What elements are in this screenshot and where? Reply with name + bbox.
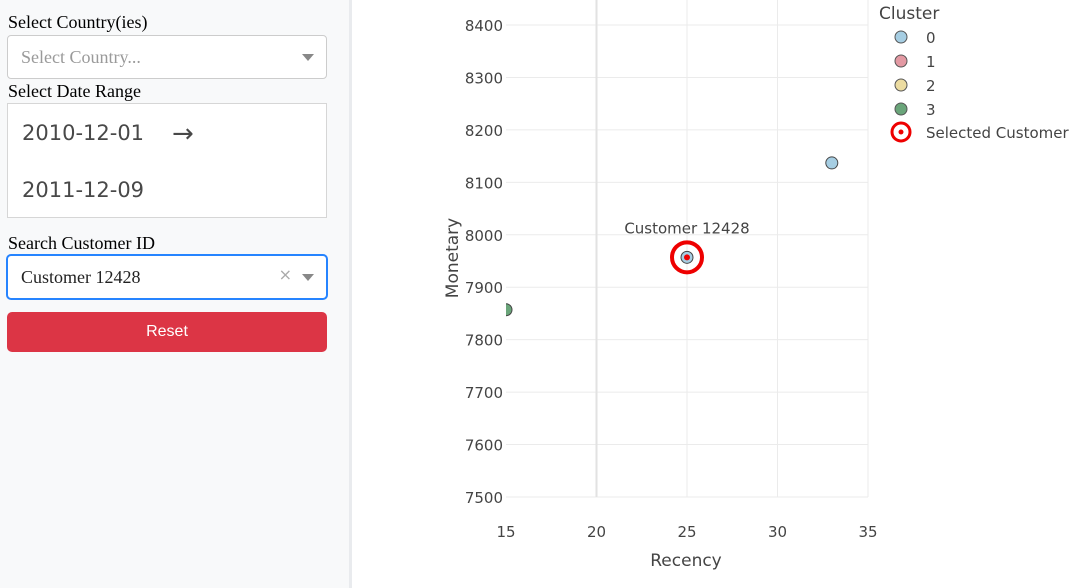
selected-customer-dot <box>684 254 690 261</box>
y-tick-label: 7600 <box>465 437 503 455</box>
y-tick-label: 7900 <box>465 279 503 297</box>
data-point-cluster-3[interactable] <box>500 303 513 317</box>
country-label: Select Country(ies) <box>8 12 148 32</box>
data-point-cluster-0[interactable] <box>825 156 839 170</box>
date-range-label: Select Date Range <box>8 81 141 101</box>
legend-marker-cluster-1[interactable] <box>894 54 908 68</box>
legend-marker-cluster-0[interactable] <box>894 30 908 44</box>
y-tick-label: 7800 <box>465 332 503 350</box>
x-tick-label: 20 <box>587 523 606 541</box>
date-end-input[interactable]: 2011-12-09 <box>22 178 144 202</box>
customer-search-value: Customer 12428 <box>21 267 141 287</box>
close-icon[interactable]: × <box>279 265 292 285</box>
date-start-input[interactable]: 2010-12-01 <box>22 121 144 145</box>
y-tick-label: 8200 <box>465 122 503 140</box>
customer-search-label: Search Customer ID <box>8 233 155 253</box>
selected-customer-ring[interactable] <box>670 240 704 275</box>
legend-marker-selected-dot <box>898 129 904 135</box>
y-tick-label: 8400 <box>465 17 503 35</box>
chevron-down-icon[interactable] <box>302 274 314 281</box>
country-select-placeholder: Select Country... <box>21 47 141 67</box>
reset-button[interactable]: Reset <box>7 312 327 352</box>
customer-search-select[interactable]: Customer 12428 × <box>7 255 327 299</box>
legend-title: Cluster <box>879 4 939 24</box>
legend-label-cluster-2[interactable]: 2 <box>926 77 936 95</box>
country-select[interactable]: Select Country... <box>7 35 327 79</box>
date-range-picker: 2010-12-01 → 2011-12-09 <box>7 103 327 218</box>
arrow-right-icon: → <box>172 119 194 149</box>
data-point-cluster-0[interactable] <box>680 250 694 264</box>
legend-label-selected[interactable]: Selected Customer <box>926 124 1069 142</box>
y-tick-label: 8300 <box>465 69 503 87</box>
y-tick-label: 7500 <box>465 489 503 507</box>
y-tick-label: 8000 <box>465 227 503 245</box>
selected-customer-label: Customer 12428 <box>624 219 749 237</box>
x-tick-label: 15 <box>496 523 515 541</box>
legend-marker-selected[interactable] <box>890 121 912 143</box>
x-tick-label: 35 <box>858 523 877 541</box>
chevron-down-icon[interactable] <box>302 54 314 61</box>
x-tick-label: 25 <box>677 523 696 541</box>
x-tick-label: 30 <box>768 523 787 541</box>
y-tick-label: 8100 <box>465 174 503 192</box>
legend-marker-cluster-2[interactable] <box>894 78 908 92</box>
sidebar-panel: Select Country(ies) Select Country... Se… <box>0 0 352 588</box>
legend-label-cluster-3[interactable]: 3 <box>926 101 936 119</box>
x-axis-label: Recency <box>650 551 722 571</box>
legend-marker-cluster-3[interactable] <box>894 102 908 116</box>
y-axis-label: Monetary <box>443 218 463 298</box>
y-tick-label: 7700 <box>465 384 503 402</box>
app-root: Select Country(ies) Select Country... Se… <box>0 0 1086 588</box>
legend-label-cluster-1[interactable]: 1 <box>926 53 936 71</box>
legend-label-cluster-0[interactable]: 0 <box>926 29 936 47</box>
